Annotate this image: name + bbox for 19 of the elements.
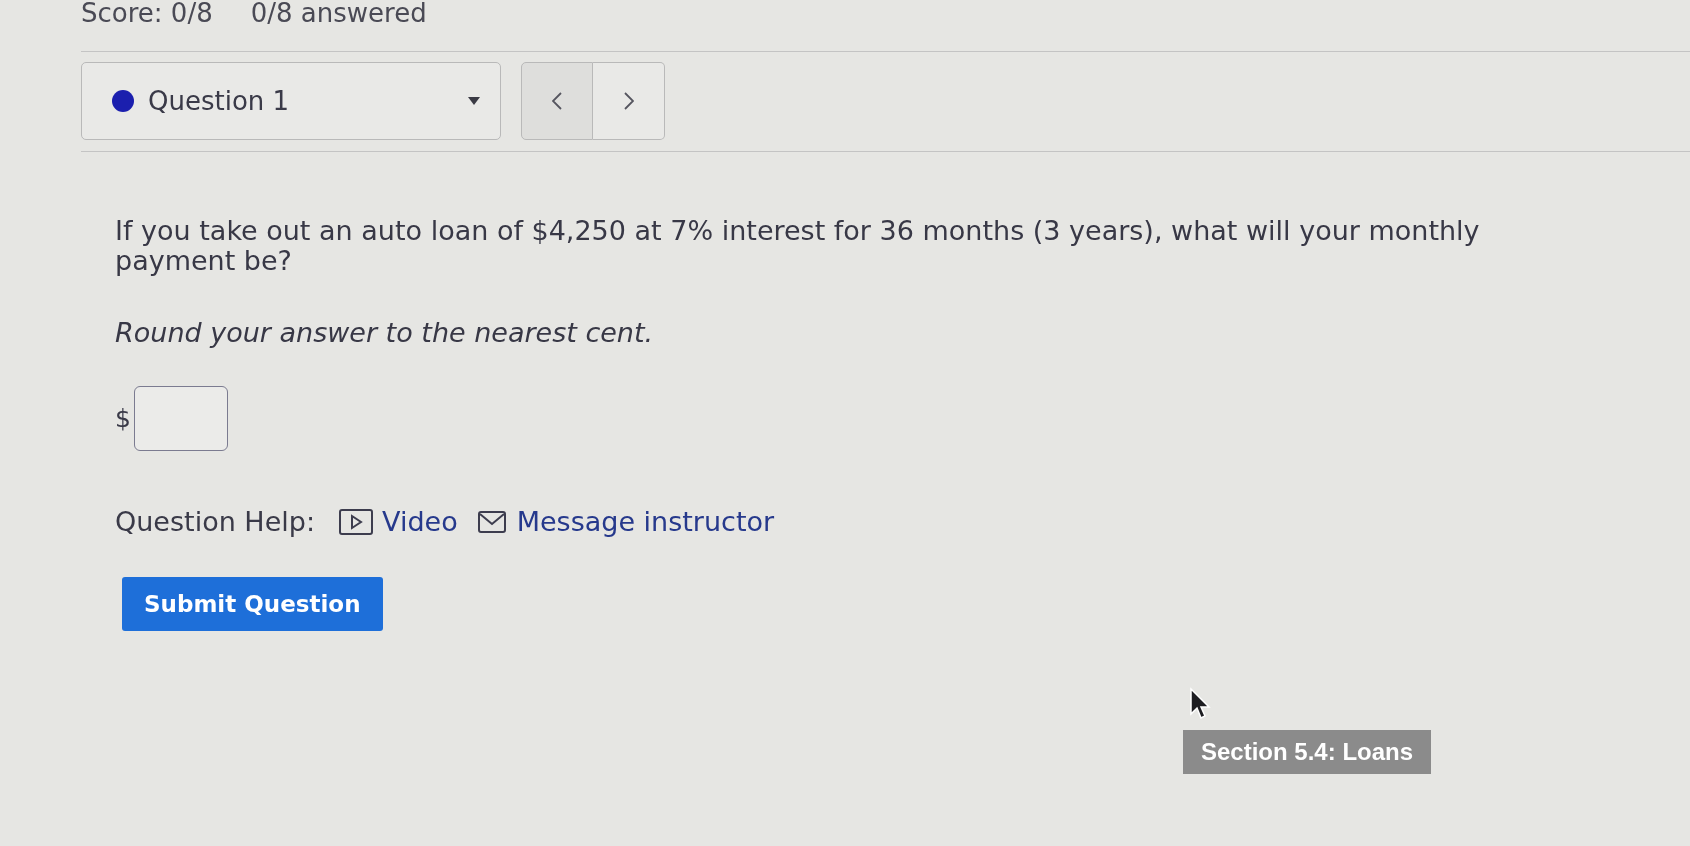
question-dropdown[interactable]: Question 1: [81, 62, 501, 140]
score-text: Score: 0/8: [81, 0, 213, 26]
caret-icon: [468, 97, 480, 105]
submit-button[interactable]: Submit Question: [122, 577, 383, 631]
help-label: Question Help:: [115, 506, 315, 538]
instruction-text: Round your answer to the nearest cent.: [115, 318, 655, 348]
video-icon[interactable]: [339, 509, 373, 535]
tooltip: Section 5.4: Loans: [1183, 730, 1432, 774]
chevron-left-icon: [552, 92, 562, 110]
status-dot-icon: [112, 90, 134, 112]
message-link[interactable]: Message instructor: [516, 506, 775, 538]
mouse-pointer-icon: [1189, 687, 1211, 721]
question-text: If you take out an auto loan of $4,250 at 7% interest for 36 months (3 years), what will your monthly payment be?: [115, 216, 1481, 276]
answer-field[interactable]: [133, 386, 228, 451]
envelope-icon[interactable]: [477, 511, 506, 533]
video-link[interactable]: Video: [382, 506, 458, 538]
chevron-right-icon: [623, 92, 634, 110]
currency-prefix: $: [115, 404, 131, 433]
answered-count: 0/8 answered: [250, 0, 427, 26]
